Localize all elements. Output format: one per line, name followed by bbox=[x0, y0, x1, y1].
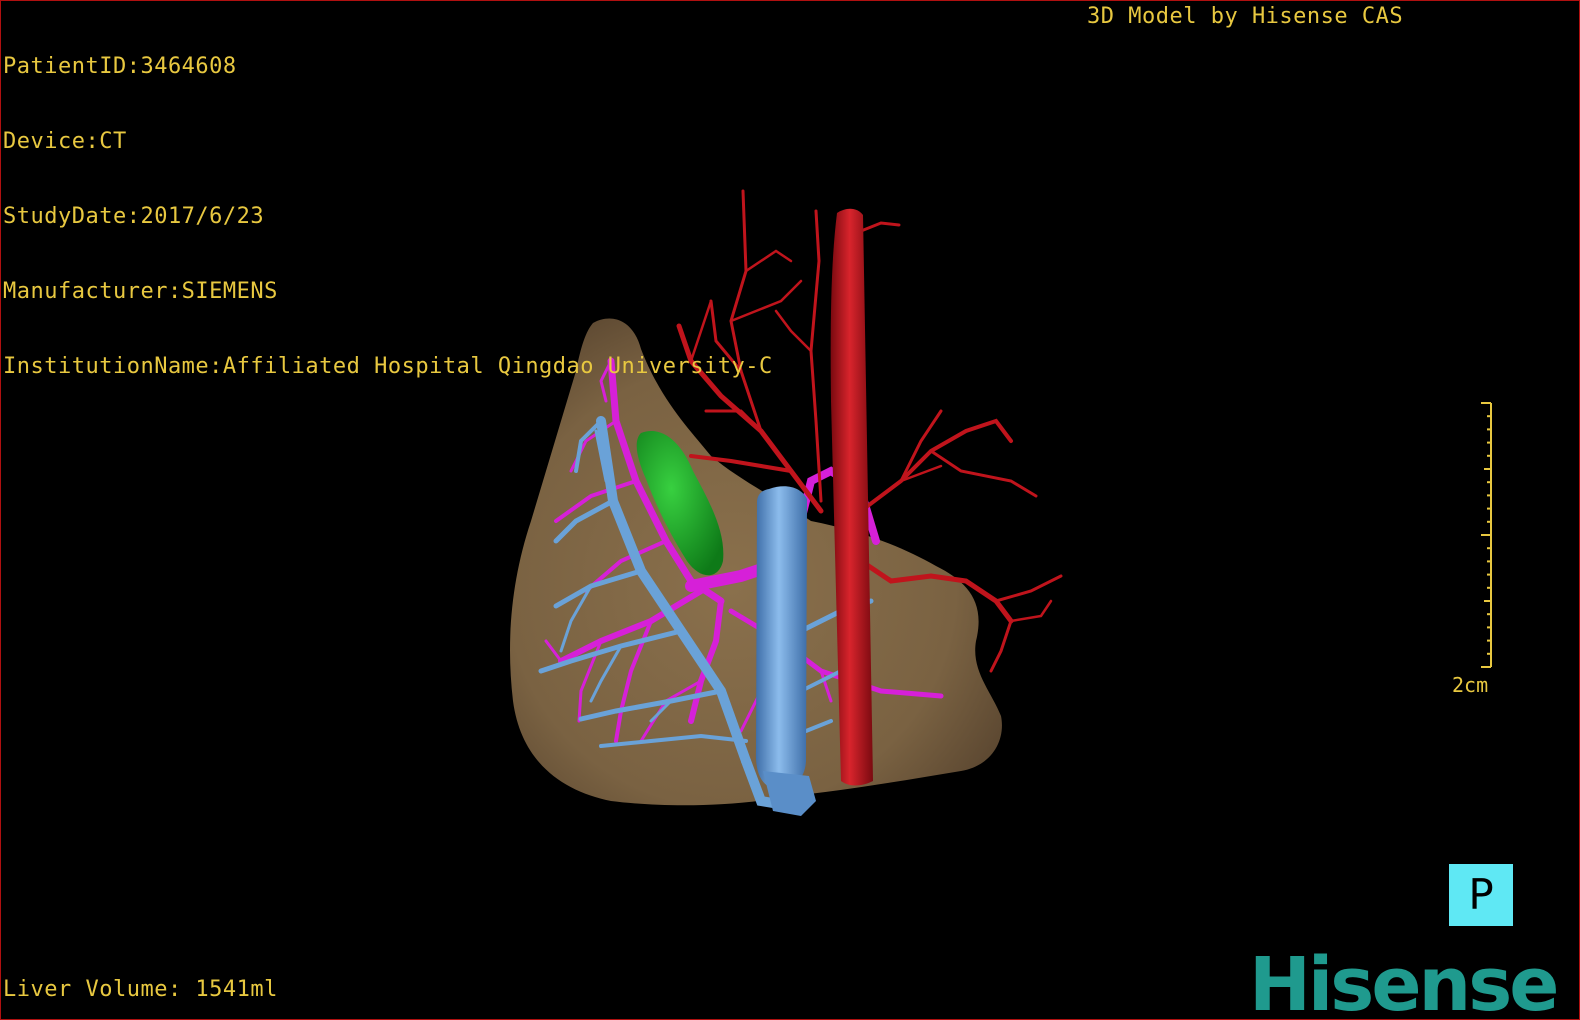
ivc-outflow bbox=[763, 771, 816, 816]
brand-logo: Hisense bbox=[1249, 942, 1559, 1020]
orientation-marker[interactable]: P bbox=[1449, 864, 1513, 926]
device-text: Device:CT bbox=[3, 129, 127, 154]
inferior-vena-cava bbox=[755, 486, 807, 790]
model-credit-text: 3D Model by Hisense CAS bbox=[1087, 4, 1404, 29]
liver-volume-text: Liver Volume: 1541ml bbox=[3, 977, 278, 1002]
scale-ruler bbox=[1481, 402, 1492, 668]
patient-id-text: PatientID:3464608 bbox=[3, 54, 237, 79]
manufacturer-text: Manufacturer:SIEMENS bbox=[3, 279, 278, 304]
scale-label: 2cm bbox=[1452, 673, 1489, 697]
study-date-text: StudyDate:2017/6/23 bbox=[3, 204, 265, 229]
institution-text: InstitutionName:Affiliated Hospital Qing… bbox=[3, 354, 773, 379]
3d-viewport[interactable]: PatientID:3464608 Device:CT StudyDate:20… bbox=[0, 0, 1580, 1020]
patient-info-overlay: PatientID:3464608 Device:CT StudyDate:20… bbox=[3, 4, 773, 429]
